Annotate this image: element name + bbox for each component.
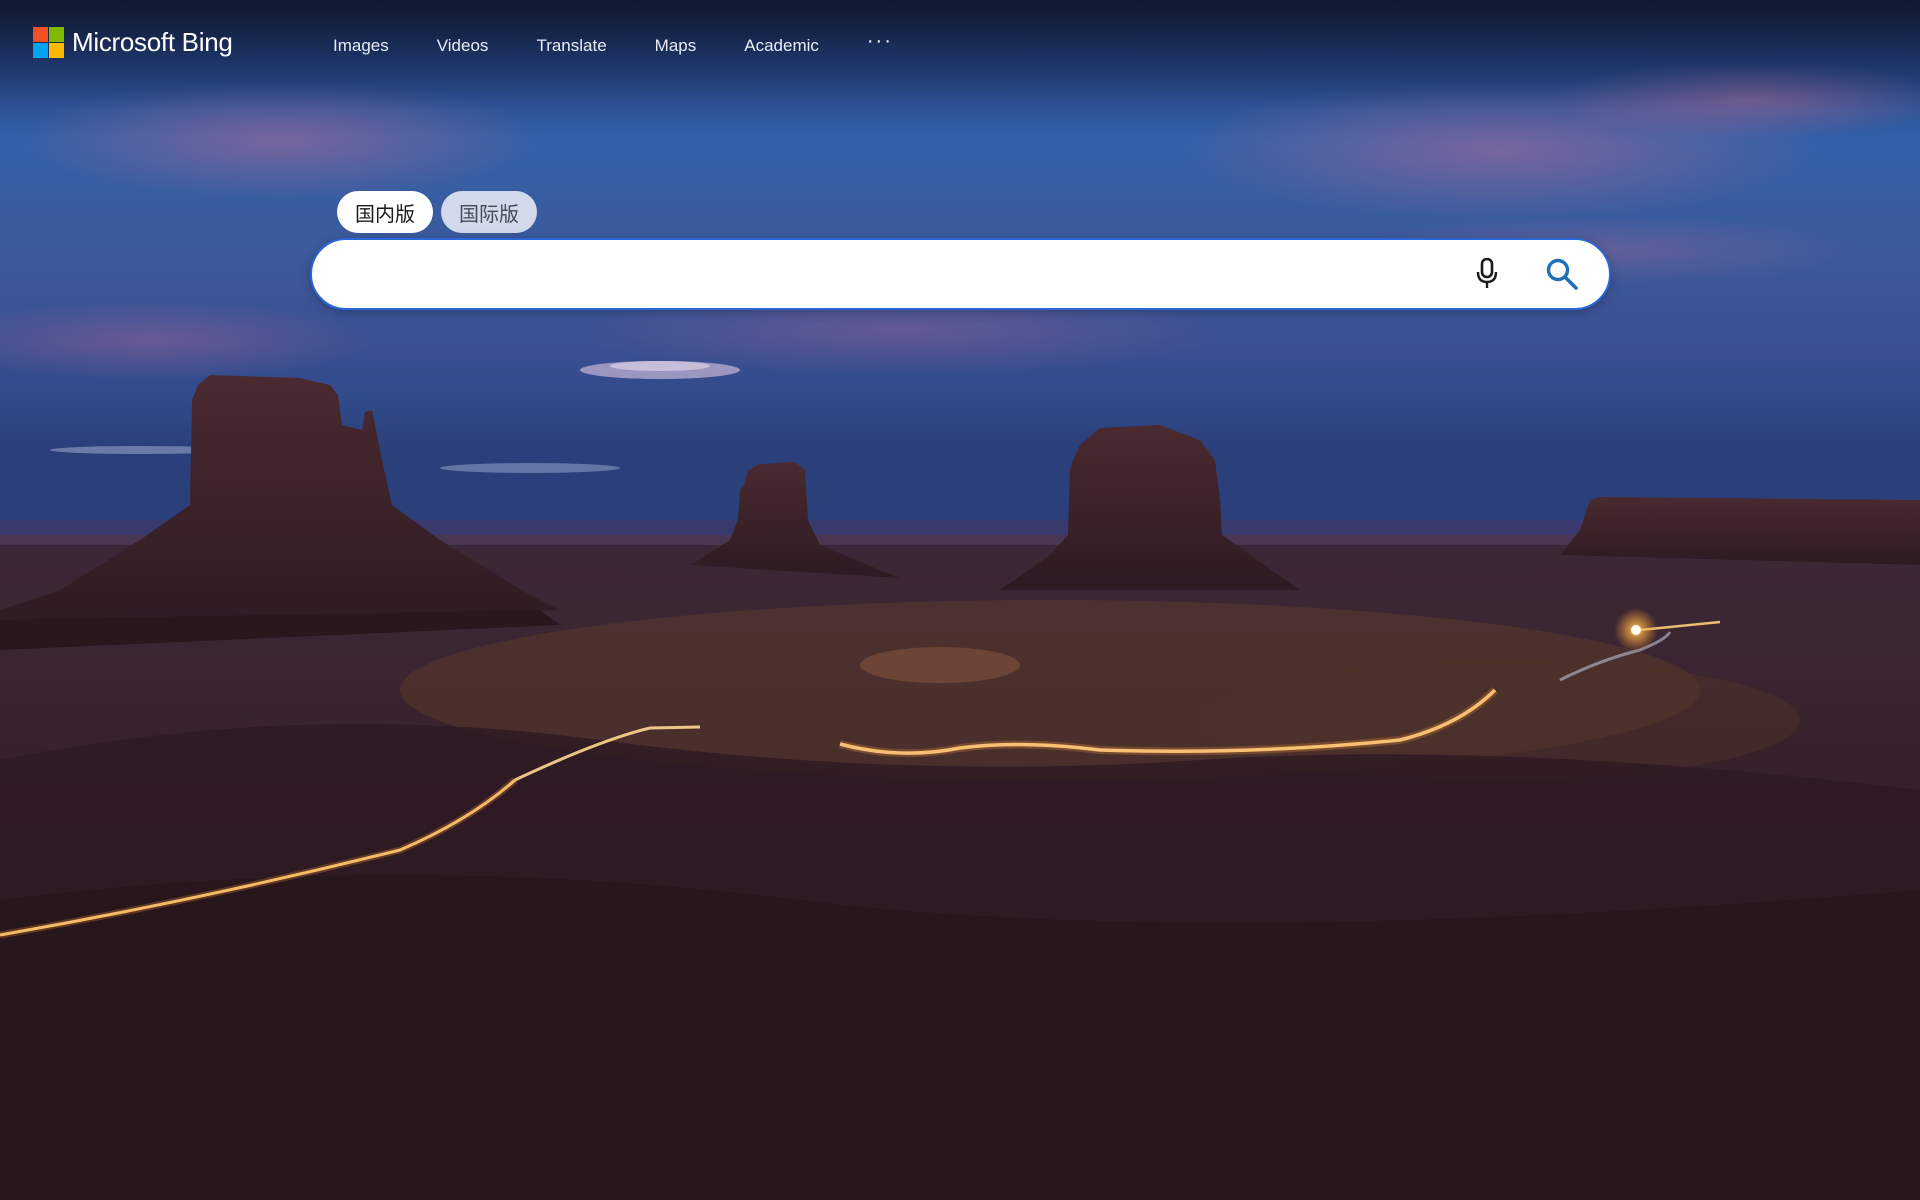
search-button[interactable] bbox=[1542, 256, 1582, 292]
magnifier-icon bbox=[1546, 258, 1578, 290]
bing-logo[interactable]: Microsoft Bing bbox=[33, 26, 233, 59]
logo-square-green bbox=[49, 27, 64, 42]
background-image bbox=[0, 0, 1920, 1200]
nav-images[interactable]: Images bbox=[333, 36, 389, 56]
search-input[interactable] bbox=[342, 254, 1446, 296]
nav-maps[interactable]: Maps bbox=[655, 36, 697, 56]
region-international-tab[interactable]: 国际版 bbox=[441, 191, 537, 233]
brand-name: Microsoft Bing bbox=[72, 27, 233, 57]
top-nav: Images Videos Translate Maps Academic ··… bbox=[333, 31, 893, 59]
voice-search-button[interactable] bbox=[1469, 256, 1505, 292]
more-menu-icon[interactable]: ··· bbox=[867, 31, 893, 51]
microsoft-logo-icon bbox=[33, 27, 64, 58]
nav-translate[interactable]: Translate bbox=[536, 36, 606, 56]
search-box bbox=[310, 238, 1611, 310]
logo-square-blue bbox=[33, 43, 48, 58]
nav-videos[interactable]: Videos bbox=[437, 36, 489, 56]
logo-square-red bbox=[33, 27, 48, 42]
region-toggle: 国内版 国际版 bbox=[337, 191, 537, 233]
nav-academic[interactable]: Academic bbox=[744, 36, 819, 56]
region-domestic-tab[interactable]: 国内版 bbox=[337, 191, 433, 233]
microphone-icon bbox=[1476, 258, 1498, 288]
logo-square-yellow bbox=[49, 43, 64, 58]
bing-homepage: Microsoft Bing Images Videos Translate M… bbox=[0, 0, 1920, 1200]
